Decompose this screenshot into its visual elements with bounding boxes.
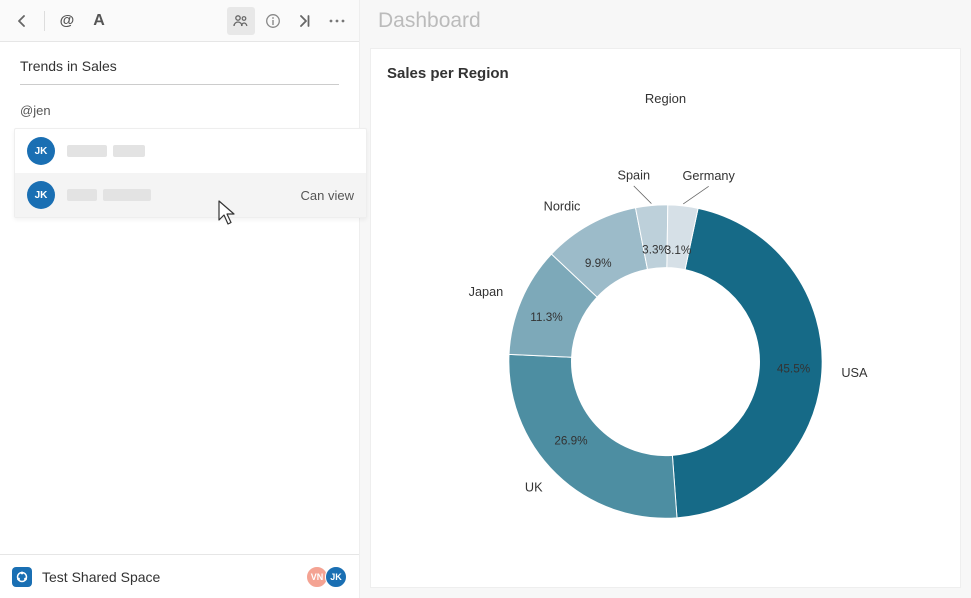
dashboard-header: Dashboard bbox=[360, 0, 971, 42]
mention-input[interactable]: @jen bbox=[20, 103, 339, 118]
footer: Test Shared Space VN JK bbox=[0, 554, 359, 598]
redacted-name bbox=[67, 189, 151, 201]
slice-value-label: 11.3% bbox=[530, 311, 563, 324]
slice-category-label: Japan bbox=[469, 284, 504, 299]
slice-category-label: USA bbox=[841, 365, 868, 380]
legend-title: Region bbox=[645, 91, 686, 106]
mention-suggestions: JK JK Can view bbox=[14, 128, 367, 218]
right-area: Dashboard Sales per Region Region 45.5% U… bbox=[360, 0, 971, 598]
chart-title: Sales per Region bbox=[387, 65, 944, 82]
avatar: JK bbox=[27, 137, 55, 165]
panel-body: Trends in Sales @jen bbox=[0, 42, 359, 134]
slice-value-label: 3.1% bbox=[665, 244, 692, 257]
slice-value-label: 45.5% bbox=[777, 362, 811, 375]
left-toolbar: @ A bbox=[0, 0, 359, 42]
donut-chart: 45.5%USA26.9%UK11.3%Japan9.9%Nordic3.3%S… bbox=[371, 107, 960, 577]
people-button[interactable] bbox=[227, 7, 255, 35]
space-name[interactable]: Test Shared Space bbox=[42, 569, 160, 585]
leader-line bbox=[683, 186, 708, 204]
slice-category-label: Spain bbox=[618, 168, 651, 183]
info-button[interactable] bbox=[259, 7, 287, 35]
avatar[interactable]: JK bbox=[325, 566, 347, 588]
chart-card: Sales per Region Region 45.5% USA 26.9% UK 1… bbox=[370, 48, 961, 588]
avatar: JK bbox=[27, 181, 55, 209]
permission-label: Can view bbox=[301, 188, 354, 203]
slice-category-label: Germany bbox=[683, 168, 736, 183]
back-button[interactable] bbox=[8, 7, 36, 35]
slice-category-label: UK bbox=[525, 479, 543, 494]
more-button[interactable] bbox=[323, 7, 351, 35]
leader-line bbox=[634, 186, 652, 204]
format-text-button[interactable]: A bbox=[85, 7, 113, 35]
section-title: Trends in Sales bbox=[20, 58, 339, 85]
suggestion-item[interactable]: JK Can view bbox=[15, 173, 366, 217]
suggestion-item[interactable]: JK bbox=[15, 129, 366, 173]
slice-value-label: 9.9% bbox=[585, 257, 612, 270]
mention-button[interactable]: @ bbox=[53, 7, 81, 35]
collapse-button[interactable] bbox=[291, 7, 319, 35]
slice-value-label: 26.9% bbox=[554, 435, 588, 448]
left-panel: @ A Trends in Sales @jen bbox=[0, 0, 360, 598]
redacted-name bbox=[67, 145, 145, 157]
space-icon[interactable] bbox=[12, 567, 32, 587]
toolbar-divider bbox=[44, 11, 45, 31]
slice-category-label: Nordic bbox=[544, 199, 581, 214]
